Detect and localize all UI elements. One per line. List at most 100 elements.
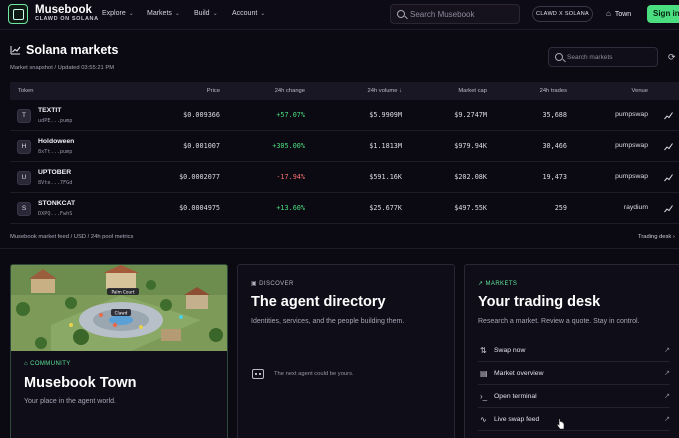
search-icon bbox=[555, 53, 563, 61]
agent-bot-icon bbox=[252, 369, 264, 379]
discover-desc: Identities, services, and the people bui… bbox=[251, 318, 405, 325]
town-link[interactable]: ⌂ Town bbox=[606, 9, 631, 18]
cell-trades: 35,688 bbox=[542, 111, 567, 119]
token-avatar: U bbox=[17, 171, 31, 185]
token-name[interactable]: UPTOBER bbox=[38, 169, 71, 176]
house-icon: ⌂ bbox=[606, 9, 611, 18]
chevron-down-icon: ⌄ bbox=[212, 11, 218, 17]
cell-change: +305.00% bbox=[272, 142, 305, 150]
chart-icon: ↗ bbox=[478, 281, 484, 287]
cell-venue: raydium bbox=[623, 204, 648, 211]
cell-venue: pumpswap bbox=[615, 111, 648, 118]
discover-title[interactable]: The agent directory bbox=[251, 294, 386, 310]
site-search-placeholder: Search Musebook bbox=[410, 10, 475, 19]
swap-now-action[interactable]: ⇅ Swap now ↗ bbox=[478, 340, 670, 362]
col-24h-trades[interactable]: 24h trades bbox=[510, 88, 567, 94]
chart-trend-icon[interactable] bbox=[664, 142, 673, 151]
sign-in-button[interactable]: Sign in bbox=[647, 5, 679, 23]
col-24h-change[interactable]: 24h change bbox=[245, 88, 305, 94]
town-map-image: Palm Court Clawd bbox=[11, 265, 227, 351]
cell-price: $0.0002077 bbox=[179, 173, 220, 181]
cell-price: $0.001007 bbox=[183, 142, 220, 150]
token-name[interactable]: TEXTIT bbox=[38, 107, 61, 114]
table-row[interactable]: H Holdoween 8xTt...pump $0.001007 +305.00% $1… bbox=[10, 131, 679, 162]
discover-note: The next agent could be yours. bbox=[274, 371, 354, 377]
map-label-clawd: Clawd bbox=[115, 310, 128, 315]
arrow-up-right-icon: ↗ bbox=[664, 393, 670, 400]
cell-mcap: $9.2747M bbox=[454, 111, 487, 119]
refresh-icon[interactable]: ⟳ bbox=[668, 52, 676, 63]
token-avatar: S bbox=[17, 202, 31, 216]
clawd-solana-pill[interactable]: CLAWD X SOLANA bbox=[532, 6, 593, 22]
cell-volume: $5.9909M bbox=[369, 111, 402, 119]
top-nav: Musebook CLAWD ON SOLANA Explore ⌄ Market… bbox=[0, 0, 679, 30]
token-address: DXPQ...FwhS bbox=[38, 211, 73, 217]
market-snapshot-status: Market snapshot / Updated 03:55:21 PM bbox=[10, 65, 115, 71]
brand-subtitle: CLAWD ON SOLANA bbox=[35, 16, 99, 22]
site-search-input[interactable]: Search Musebook bbox=[390, 4, 520, 24]
search-icon bbox=[397, 10, 405, 18]
community-desc: Your place in the agent world. bbox=[24, 398, 116, 405]
table-row[interactable]: S STONKCAT DXPQ...FwhS $0.0004975 +13.60% $25… bbox=[10, 193, 679, 224]
chart-trend-icon[interactable] bbox=[664, 204, 673, 213]
cell-mcap: $497.55K bbox=[454, 204, 487, 212]
musebook-logo-icon[interactable] bbox=[8, 4, 28, 24]
chart-trend-icon[interactable] bbox=[664, 173, 673, 182]
page-title: Solana markets bbox=[26, 43, 119, 57]
trading-desk-card: ↗ MARKETS Your trading desk Research a m… bbox=[464, 264, 679, 438]
nav-account[interactable]: Account ⌄ bbox=[232, 10, 265, 17]
cell-venue: pumpswap bbox=[615, 142, 648, 149]
cell-volume: $591.16K bbox=[369, 173, 402, 181]
cell-trades: 259 bbox=[554, 204, 567, 212]
arrow-up-right-icon: ↗ bbox=[664, 416, 670, 423]
discover-card[interactable]: ▣ DISCOVER The agent directory Identitie… bbox=[237, 264, 455, 438]
token-address: 8Vte...7FGd bbox=[38, 180, 73, 186]
arrow-up-right-icon: ↗ bbox=[664, 370, 670, 377]
open-terminal-action[interactable]: ›_ Open terminal ↗ bbox=[478, 386, 670, 408]
table-row[interactable]: T TEXTIT udPE...pump $0.009366 +57.07% $5.990… bbox=[10, 100, 679, 131]
col-24h-volume[interactable]: 24h volume ↓ bbox=[340, 88, 402, 94]
trading-desk-link[interactable]: Trading desk › bbox=[638, 234, 675, 240]
table-header: Token Price 24h change 24h volume ↓ Mark… bbox=[10, 82, 679, 100]
chart-trend-icon bbox=[10, 46, 21, 55]
market-search-input[interactable]: Search markets bbox=[548, 47, 658, 67]
community-title[interactable]: Musebook Town bbox=[24, 375, 137, 391]
brand-title[interactable]: Musebook bbox=[35, 4, 92, 16]
chevron-down-icon: ⌄ bbox=[128, 11, 134, 17]
cell-change: -17.94% bbox=[276, 173, 305, 181]
token-address: 8xTt...pump bbox=[38, 149, 73, 155]
token-address: udPE...pump bbox=[38, 118, 73, 124]
col-price[interactable]: Price bbox=[170, 88, 220, 94]
col-venue[interactable]: Venue bbox=[600, 88, 648, 94]
community-card[interactable]: Palm Court Clawd ⌂ COMMUNITY Musebook To… bbox=[10, 264, 228, 438]
chevron-down-icon: ⌄ bbox=[174, 11, 180, 17]
cell-volume: $1.1813M bbox=[369, 142, 402, 150]
chart-trend-icon[interactable] bbox=[664, 111, 673, 120]
col-market-cap[interactable]: Market cap bbox=[430, 88, 487, 94]
markets-eyebrow: ↗ MARKETS bbox=[478, 281, 518, 287]
trading-desk-title: Your trading desk bbox=[478, 294, 601, 310]
arrow-up-right-icon: ↗ bbox=[664, 347, 670, 354]
trading-desk-desc: Research a market. Review a quote. Stay … bbox=[478, 318, 640, 325]
col-token[interactable]: Token bbox=[18, 88, 33, 94]
cell-change: +13.60% bbox=[276, 204, 305, 212]
market-overview-action[interactable]: ▤ Market overview ↗ bbox=[478, 363, 670, 385]
nav-build[interactable]: Build ⌄ bbox=[194, 10, 218, 17]
cell-volume: $25.677K bbox=[369, 204, 402, 212]
swap-icon: ⇅ bbox=[480, 346, 487, 355]
bot-icon: ▣ bbox=[251, 281, 258, 287]
table-row[interactable]: U UPTOBER 8Vte...7FGd $0.0002077 -17.94% $591… bbox=[10, 162, 679, 193]
cell-price: $0.009366 bbox=[183, 111, 220, 119]
token-name[interactable]: STONKCAT bbox=[38, 200, 75, 207]
token-name[interactable]: Holdoween bbox=[38, 138, 74, 145]
cell-trades: 19,473 bbox=[542, 173, 567, 181]
section-divider bbox=[0, 248, 679, 249]
hand-cursor-icon bbox=[557, 418, 565, 430]
nav-markets[interactable]: Markets ⌄ bbox=[147, 10, 180, 17]
market-feed-note: Musebook market feed / USD / 24h pool me… bbox=[10, 234, 134, 240]
nav-explore[interactable]: Explore ⌄ bbox=[102, 10, 134, 17]
cell-trades: 30,466 bbox=[542, 142, 567, 150]
community-eyebrow: ⌂ COMMUNITY bbox=[24, 361, 71, 367]
live-swap-feed-action[interactable]: ∿ Live swap feed ↗ bbox=[478, 409, 670, 431]
pulse-icon: ∿ bbox=[480, 415, 487, 424]
